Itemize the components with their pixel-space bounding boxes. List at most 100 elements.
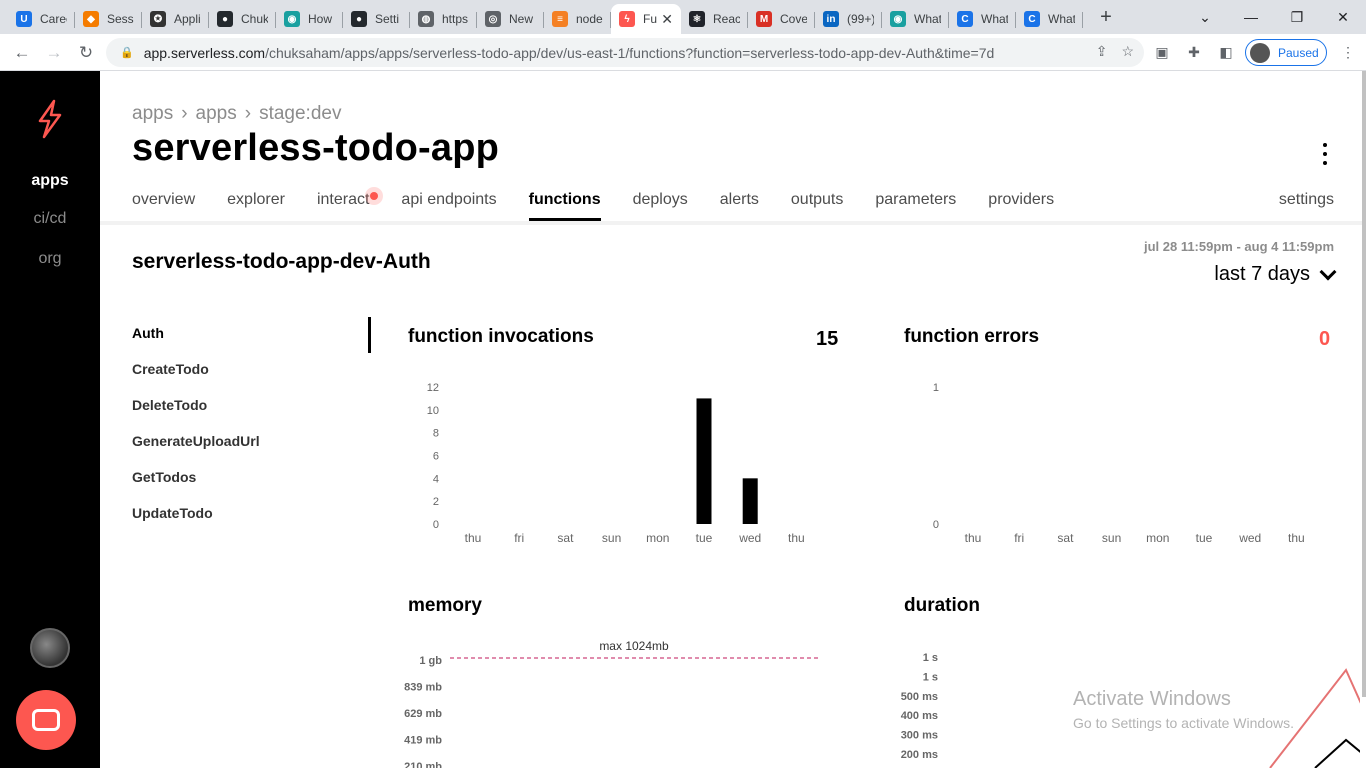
tab-title: Cove — [780, 12, 807, 26]
tab-title: Fu — [643, 12, 658, 26]
browser-tab[interactable]: C What — [1016, 4, 1083, 34]
tab-interact[interactable]: interact — [317, 187, 384, 221]
browser-menu-icon[interactable]: ⋮ — [1334, 38, 1362, 66]
tab-parameters[interactable]: parameters — [875, 191, 956, 221]
browser-tab[interactable]: ≡ node — [544, 4, 611, 34]
page-scrollbar[interactable] — [1362, 71, 1366, 697]
tab-title: New — [509, 12, 534, 26]
address-bar-row: ← → ↻ 🔒 app.serverless.com/chuksaham/app… — [0, 34, 1366, 71]
function-list-item[interactable]: GetTodos — [132, 469, 260, 505]
breadcrumb-stage[interactable]: stage:dev — [259, 103, 341, 125]
minimize-button[interactable]: — — [1228, 0, 1274, 34]
tab-favicon-icon: ≡ — [552, 11, 568, 27]
tab-overview[interactable]: overview — [132, 191, 195, 221]
tab-settings[interactable]: settings — [1279, 191, 1334, 209]
x-tick-label: tue — [696, 531, 713, 545]
tab-favicon-icon: U — [16, 11, 32, 27]
tab-label: deploys — [632, 191, 688, 208]
tab-label: overview — [132, 191, 196, 208]
forward-button[interactable]: → — [38, 37, 70, 69]
x-tick-label: wed — [738, 531, 761, 545]
divider — [100, 221, 1362, 225]
y-tick-label: 1 — [933, 382, 939, 394]
tab-favicon-icon: in — [823, 11, 839, 27]
sidebar-item-apps[interactable]: apps — [0, 172, 100, 190]
errors-chart: 0 1 thu fri sat sun mon tue wed thu — [933, 382, 1305, 545]
function-list-item[interactable]: Auth — [132, 325, 260, 361]
tab-alerts[interactable]: alerts — [720, 191, 759, 221]
tab-title: (99+) — [847, 12, 874, 26]
selenium-extension-icon[interactable]: ▣ — [1148, 38, 1176, 66]
sidebar-item-org[interactable]: org — [0, 250, 100, 268]
tab-functions[interactable]: functions — [528, 191, 601, 221]
browser-tab[interactable]: ✪ Appli — [142, 4, 209, 34]
function-list-item[interactable]: CreateTodo — [132, 361, 260, 397]
browser-tab[interactable]: ◆ Sessi — [75, 4, 142, 34]
new-tab-button[interactable]: + — [1091, 6, 1121, 29]
maximize-button[interactable]: ❐ — [1274, 0, 1320, 34]
memory-chart: 1 gb 839 mb 629 mb 419 mb 210 mb max 1024mb — [404, 639, 820, 768]
y-tick-label: 12 — [427, 382, 439, 394]
url-field[interactable]: 🔒 app.serverless.com/chuksaham/apps/apps… — [106, 38, 1144, 67]
breadcrumb-app[interactable]: apps — [196, 103, 237, 125]
windows-activation-watermark: Activate Windows Go to Settings to activ… — [1073, 688, 1294, 731]
close-window-button[interactable]: ✕ — [1320, 0, 1366, 34]
tab-deploys[interactable]: deploys — [633, 191, 688, 221]
chat-support-button[interactable] — [16, 690, 76, 750]
browser-tab[interactable]: ◎ New — [477, 4, 544, 34]
browser-tab[interactable]: U Caree — [8, 4, 75, 34]
function-list-item[interactable]: DeleteTodo — [132, 397, 260, 433]
x-tick-label: thu — [1288, 531, 1305, 545]
tab-outputs[interactable]: outputs — [791, 191, 843, 221]
tab-search-icon[interactable]: ⌄ — [1182, 0, 1228, 34]
chart-bar — [742, 478, 758, 524]
duration-y-tick-label: 200 ms — [901, 749, 938, 761]
app-sidebar: apps ci/cd org — [0, 71, 100, 768]
close-tab-icon[interactable]: ✕ — [661, 11, 673, 28]
notification-dot — [365, 187, 384, 205]
bookmark-star-icon[interactable]: ☆ — [1121, 43, 1134, 60]
chat-bubble-icon — [32, 709, 60, 731]
function-list-item[interactable]: GenerateUploadUrl — [132, 433, 260, 469]
browser-tab[interactable]: ◉ How — [276, 4, 343, 34]
browser-tab[interactable]: M Cove — [748, 4, 815, 34]
back-button[interactable]: ← — [6, 37, 38, 69]
period-selector[interactable]: last 7 days — [1214, 263, 1337, 286]
tab-explorer[interactable]: explorer — [227, 191, 285, 221]
browser-tab[interactable]: ◉ What — [882, 4, 949, 34]
tab-favicon-icon: ✪ — [150, 11, 166, 27]
chevron-right-icon: › — [244, 103, 252, 124]
tab-providers[interactable]: providers — [988, 191, 1054, 221]
browser-tab[interactable]: ϟ Fu ✕ — [611, 4, 681, 34]
x-tick-label: mon — [646, 531, 669, 545]
user-avatar[interactable] — [30, 628, 70, 668]
tab-favicon-icon: M — [756, 11, 772, 27]
x-tick-label: wed — [1238, 531, 1261, 545]
serverless-logo-icon[interactable] — [34, 99, 66, 139]
browser-tab[interactable]: C What — [949, 4, 1016, 34]
breadcrumb-apps[interactable]: apps — [132, 103, 173, 125]
section-tabs: overview explorer interact api endpoints fun… — [132, 187, 1086, 221]
side-panel-icon[interactable]: ◧ — [1212, 38, 1240, 66]
memory-max-label: max 1024mb — [599, 639, 669, 653]
memory-y-tick-label: 1 gb — [419, 655, 442, 667]
sidebar-item-cicd[interactable]: ci/cd — [0, 210, 100, 228]
tab-title: What — [981, 12, 1008, 26]
browser-tab[interactable]: ⚛ React — [681, 4, 748, 34]
duration-y-tick-label: 300 ms — [901, 730, 938, 742]
browser-tab[interactable]: ● Chuk — [209, 4, 276, 34]
errors-total: 0 — [1319, 328, 1331, 350]
page-title: serverless-todo-app — [132, 127, 500, 169]
tab-title: How — [308, 12, 333, 26]
profile-button[interactable]: Paused — [1245, 39, 1327, 66]
share-icon[interactable]: ⇪ — [1096, 43, 1108, 60]
browser-tab[interactable]: ● Setti — [343, 4, 410, 34]
more-options-icon[interactable] — [1322, 143, 1328, 165]
tab-api-endpoints[interactable]: api endpoints — [401, 191, 496, 221]
browser-tab[interactable]: ◍ https — [410, 4, 477, 34]
browser-tab[interactable]: in (99+) — [815, 4, 882, 34]
extensions-puzzle-icon[interactable]: ✚ — [1180, 38, 1208, 66]
period-label: last 7 days — [1214, 263, 1310, 285]
function-list-item[interactable]: UpdateTodo — [132, 505, 260, 541]
reload-button[interactable]: ↻ — [70, 37, 102, 69]
